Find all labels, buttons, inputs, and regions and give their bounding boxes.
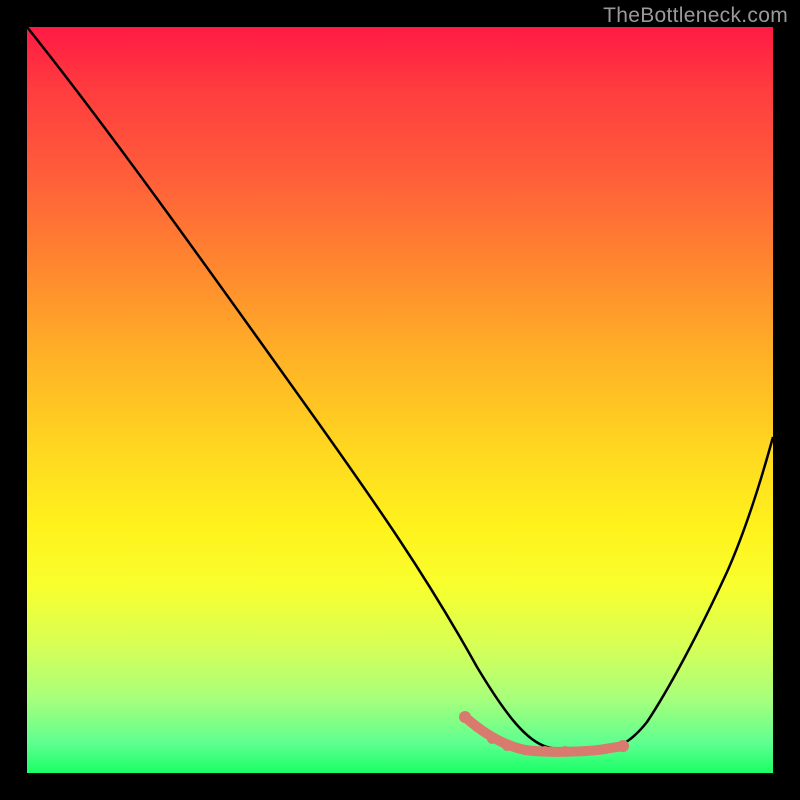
bottleneck-curve-line xyxy=(27,27,773,751)
plot-area xyxy=(27,27,773,773)
optimal-range-marker xyxy=(459,711,629,756)
chart-container: TheBottleneck.com xyxy=(0,0,800,800)
watermark-text: TheBottleneck.com xyxy=(603,4,788,28)
chart-svg xyxy=(27,27,773,773)
